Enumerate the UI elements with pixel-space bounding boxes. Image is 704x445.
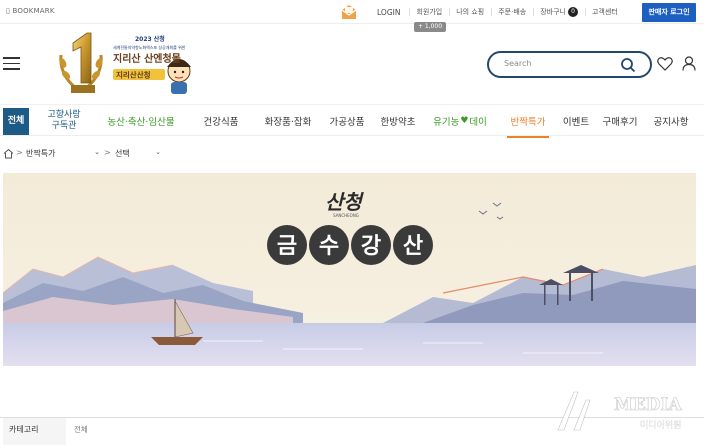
tab-flash-sale[interactable]: 반짝특가 [507, 105, 549, 138]
tab-organic-day[interactable]: 유기농 ♥ 데이 [430, 105, 490, 137]
svg-text:산청: 산청 [325, 190, 364, 214]
search-icon[interactable] [620, 57, 636, 73]
tab-notice[interactable]: 공지사항 [650, 105, 692, 137]
breadcrumb-subcategory-select[interactable]: 선택 ⌄ [111, 145, 163, 162]
tab-hometown-subscription[interactable]: 고향사랑 구독관 [42, 105, 86, 137]
tab-day-label: 데이 [469, 117, 487, 128]
tab-all[interactable]: 전체 [3, 108, 29, 135]
svg-text:지리산산청: 지리산산청 [116, 70, 151, 80]
cart-count-badge: 0 [567, 7, 578, 17]
breadcrumb-separator: > [104, 148, 111, 157]
chevron-down-icon: ⌄ [155, 148, 161, 156]
tab-hometown-label-1: 고향사랑 [47, 110, 81, 120]
menu-icon[interactable] [3, 57, 20, 70]
tab-hometown-label-2: 구독관 [51, 121, 77, 131]
top-utility-bar: ▯ BOOKMARK LOGIN 회원가입 나의 쇼핑 주문·배송 장바구니 0 … [0, 0, 704, 24]
tab-event[interactable]: 이벤트 [560, 105, 592, 137]
filter-all-option[interactable]: 전체 [74, 424, 88, 435]
svg-text:지리산 산엔청몰: 지리산 산엔청몰 [113, 52, 181, 65]
heart-icon[interactable] [657, 56, 673, 71]
breadcrumb-category-select[interactable]: 반짝특가 ⌄ [22, 145, 102, 162]
user-icon[interactable] [682, 56, 696, 71]
green-heart-icon: ♥ [460, 116, 469, 126]
seller-login-button[interactable]: 판매자 로그인 [642, 3, 696, 22]
signup-points-badge: + 1,000 [414, 22, 446, 32]
breadcrumb-subcategory-value: 선택 [115, 149, 130, 158]
svg-text:산: 산 [403, 234, 423, 259]
promo-banner[interactable]: 산청 SANCHEONG 금 수 강 산 [3, 173, 696, 366]
login-link[interactable]: LOGIN [370, 8, 409, 17]
my-shopping-link[interactable]: 나의 쇼핑 [449, 7, 491, 17]
tab-herbal[interactable]: 한방약초 [376, 105, 420, 137]
breadcrumb-category-value: 반짝특가 [26, 149, 56, 158]
tab-reviews[interactable]: 구매후기 [600, 105, 640, 137]
bookmark-link[interactable]: ▯ BOOKMARK [6, 7, 55, 15]
chevron-down-icon: ⌄ [94, 148, 100, 156]
svg-text:세계전통의약항노화엑스포 성공개최를 위한: 세계전통의약항노화엑스포 성공개최를 위한 [113, 44, 186, 50]
tab-agriculture[interactable]: 농산·축산·임산물 [100, 105, 182, 137]
tab-organic-label: 유기농 [433, 117, 460, 128]
search-placeholder: Search [504, 59, 532, 68]
svg-text:금: 금 [277, 234, 297, 259]
svg-text:강: 강 [361, 234, 381, 259]
tab-cosmetics[interactable]: 화장품·잡화 [260, 105, 316, 137]
home-icon[interactable] [3, 148, 14, 159]
svg-text:수: 수 [319, 234, 339, 259]
signup-link[interactable]: 회원가입 [409, 7, 449, 17]
category-nav: 전체 고향사랑 구독관 농산·축산·임산물 건강식품 화장품·잡화 가공상품 한… [0, 104, 704, 138]
order-delivery-link[interactable]: 주문·배송 [491, 7, 533, 17]
breadcrumb: > 반짝특가 ⌄ > 선택 ⌄ [0, 143, 704, 163]
mail-icon[interactable] [340, 3, 358, 20]
svg-text:SANCHEONG: SANCHEONG [333, 213, 359, 218]
svg-text:MEDIA: MEDIA [614, 395, 682, 415]
cart-link[interactable]: 장바구니 0 [533, 7, 585, 17]
site-logo[interactable]: 2023 산청 세계전통의약항노화엑스포 성공개최를 위한 지리산 산엔청몰 지… [57, 29, 217, 99]
search-input[interactable]: Search [487, 51, 652, 78]
svg-text:2023 산청: 2023 산청 [135, 35, 165, 43]
filter-label: 카테고리 [3, 418, 66, 445]
svg-text:미디어위원: 미디어위원 [640, 420, 681, 431]
media-watermark: MEDIA 미디어위원 [557, 391, 683, 431]
customer-center-link[interactable]: 고객센터 [584, 7, 625, 17]
top-links: LOGIN 회원가입 나의 쇼핑 주문·배송 장바구니 0 고객센터 [370, 0, 625, 24]
tab-processed[interactable]: 가공상품 [325, 105, 369, 137]
tab-health-food[interactable]: 건강식품 [198, 105, 244, 137]
